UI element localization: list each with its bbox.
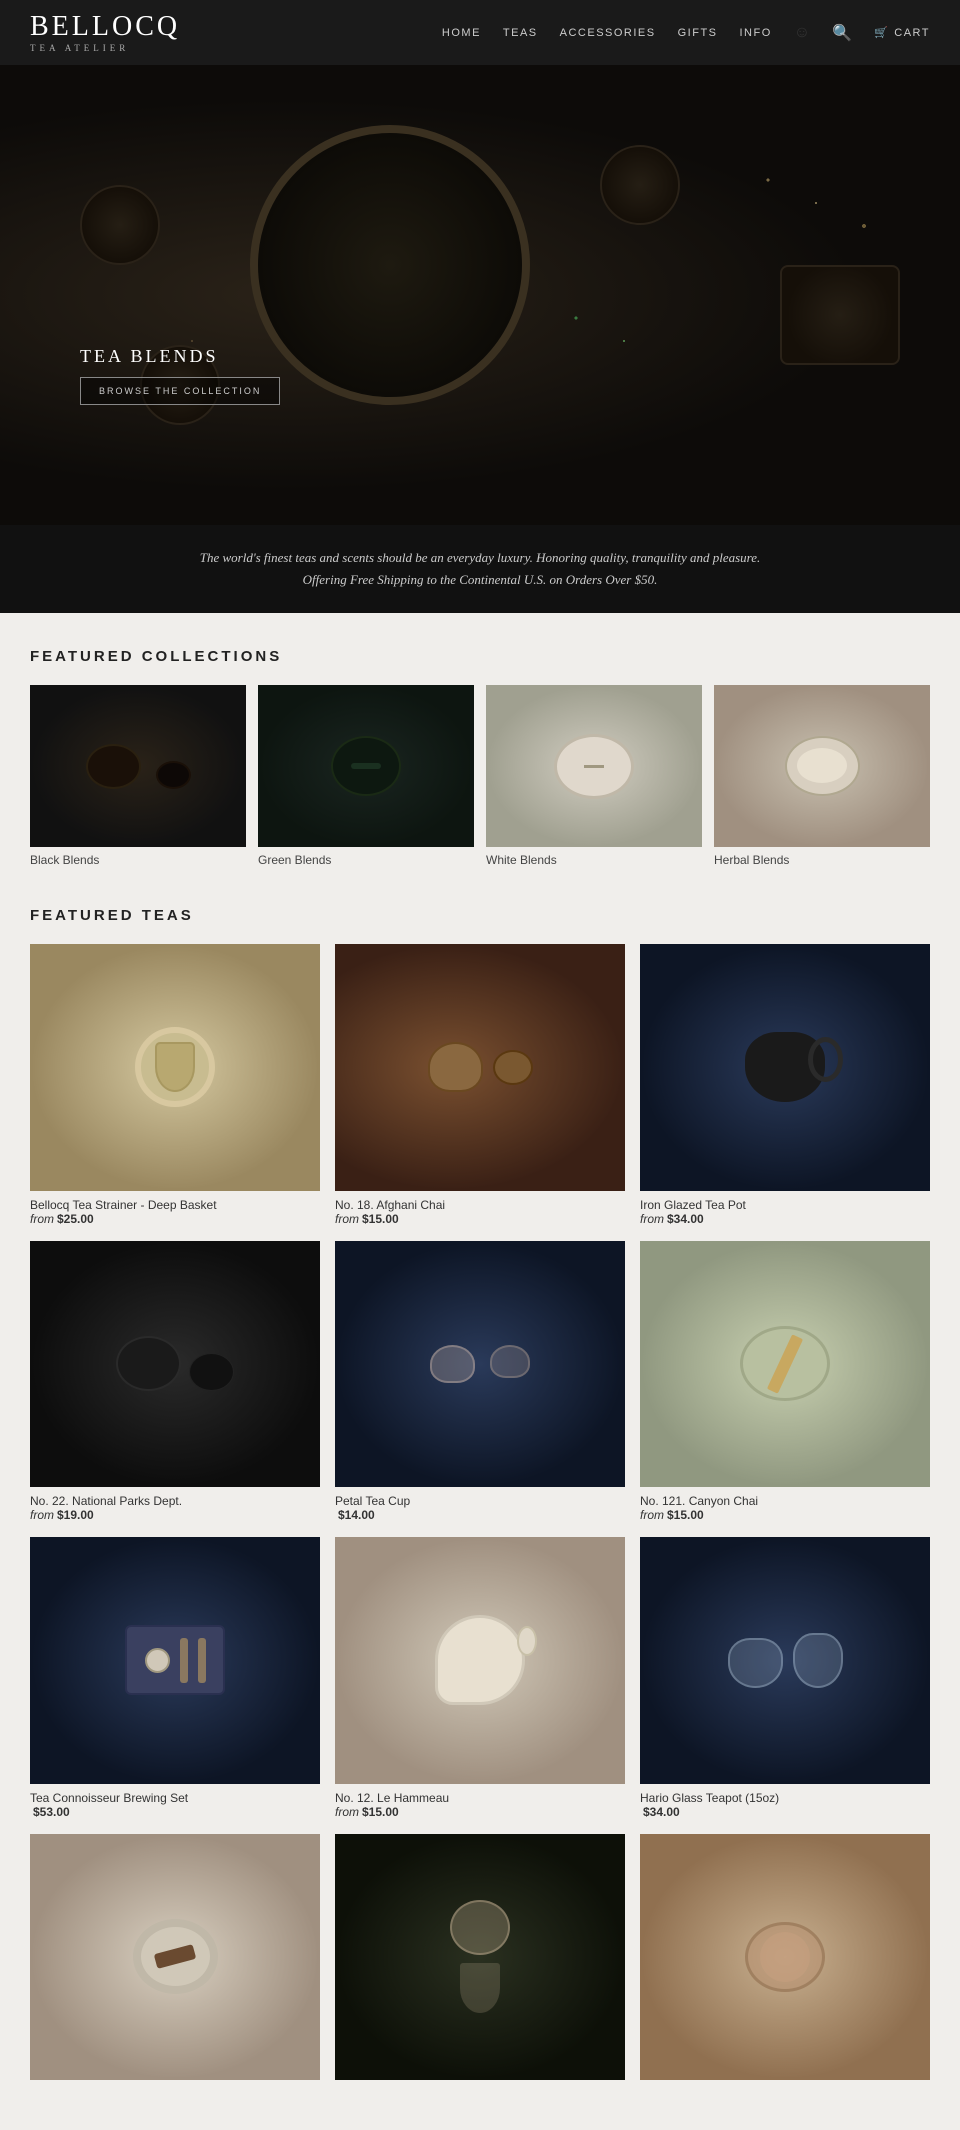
- tea-name-6: Tea Connoisseur Brewing Set: [30, 1791, 320, 1805]
- tea-card-11[interactable]: [640, 1834, 930, 2081]
- hero-text: TEA BLENDS BROWSE THE COLLECTION: [80, 346, 280, 405]
- cart-label: CART: [894, 27, 930, 39]
- tea-price-0: from$25.00: [30, 1212, 320, 1226]
- user-icon[interactable]: ☺: [794, 24, 810, 42]
- collection-label-black: Black Blends: [30, 853, 246, 867]
- teapot-shape: [745, 1032, 825, 1102]
- hero-bowl-1: [80, 185, 160, 265]
- nav-teas[interactable]: TEAS: [503, 27, 538, 39]
- tea-img-11: [640, 1834, 930, 2081]
- collections-section-title: FEATURED COLLECTIONS: [30, 648, 930, 665]
- tea-name-1: No. 18. Afghani Chai: [335, 1198, 625, 1212]
- tea-img-6: [30, 1537, 320, 1784]
- tea-card-2[interactable]: Iron Glazed Tea Pot from$34.00: [640, 944, 930, 1226]
- cart-button[interactable]: 🛒 CART: [874, 26, 930, 39]
- tea-img-2: [640, 944, 930, 1191]
- tea-img-4: [335, 1241, 625, 1488]
- tea-img-10: [335, 1834, 625, 2081]
- tea-img-3: [30, 1241, 320, 1488]
- tagline-line1: The world's finest teas and scents shoul…: [200, 550, 761, 565]
- collection-label-green: Green Blends: [258, 853, 474, 867]
- tea-card-8[interactable]: Hario Glass Teapot (15oz) $34.00: [640, 1537, 930, 1819]
- tea-name-8: Hario Glass Teapot (15oz): [640, 1791, 930, 1805]
- brand-logo[interactable]: BELLOCQ TEA ATELIER: [30, 13, 180, 53]
- hero-background: [0, 65, 960, 525]
- cart-icon: 🛒: [874, 26, 889, 39]
- tea-card-7[interactable]: No. 12. Le Hammeau from$15.00: [335, 1537, 625, 1819]
- tea-price-4: $14.00: [335, 1508, 625, 1522]
- tagline-line2: Offering Free Shipping to the Continenta…: [303, 572, 658, 587]
- tea-name-5: No. 121. Canyon Chai: [640, 1494, 930, 1508]
- nav-accessories[interactable]: ACCESSORIES: [560, 27, 656, 39]
- tea-price-3: from$19.00: [30, 1508, 320, 1522]
- tea-img-1: [335, 944, 625, 1191]
- tea-name-0: Bellocq Tea Strainer - Deep Basket: [30, 1198, 320, 1212]
- nav-info[interactable]: INFO: [740, 27, 772, 39]
- brand-name: BELLOCQ: [30, 13, 180, 41]
- main-nav: BELLOCQ TEA ATELIER HOME TEAS ACCESSORIE…: [0, 0, 960, 65]
- tea-card-9[interactable]: [30, 1834, 320, 2081]
- hero-bowl-3: [600, 145, 680, 225]
- tea-card-3[interactable]: No. 22. National Parks Dept. from$19.00: [30, 1241, 320, 1523]
- tea-price-2: from$34.00: [640, 1212, 930, 1226]
- hero-title: TEA BLENDS: [80, 346, 280, 367]
- tea-name-2: Iron Glazed Tea Pot: [640, 1198, 930, 1212]
- collection-img-green: [258, 685, 474, 847]
- hero-section: TEA BLENDS BROWSE THE COLLECTION: [0, 65, 960, 525]
- tagline-bar: The world's finest teas and scents shoul…: [0, 525, 960, 613]
- collection-img-herbal: [714, 685, 930, 847]
- collection-card-black[interactable]: Black Blends: [30, 685, 246, 867]
- tea-price-8: $34.00: [640, 1805, 930, 1819]
- tea-card-0[interactable]: Bellocq Tea Strainer - Deep Basket from$…: [30, 944, 320, 1226]
- collection-label-herbal: Herbal Blends: [714, 853, 930, 867]
- tea-card-6[interactable]: Tea Connoisseur Brewing Set $53.00: [30, 1537, 320, 1819]
- tea-card-1[interactable]: No. 18. Afghani Chai from$15.00: [335, 944, 625, 1226]
- hero-plate: [250, 125, 530, 405]
- collection-img-white: [486, 685, 702, 847]
- collection-card-herbal[interactable]: Herbal Blends: [714, 685, 930, 867]
- collection-card-white[interactable]: White Blends: [486, 685, 702, 867]
- collections-grid: Black Blends Green Blends White: [30, 685, 930, 867]
- teas-section-title: FEATURED TEAS: [30, 907, 930, 924]
- tea-card-5[interactable]: No. 121. Canyon Chai from$15.00: [640, 1241, 930, 1523]
- tea-img-5: [640, 1241, 930, 1488]
- nav-links: HOME TEAS ACCESSORIES GIFTS INFO ☺ 🔍 🛒 C…: [442, 23, 930, 43]
- hero-bowl-4: [780, 265, 900, 365]
- search-icon[interactable]: 🔍: [832, 23, 852, 43]
- collection-img-black: [30, 685, 246, 847]
- tea-price-5: from$15.00: [640, 1508, 930, 1522]
- tea-name-4: Petal Tea Cup: [335, 1494, 625, 1508]
- tea-img-9: [30, 1834, 320, 2081]
- tea-img-8: [640, 1537, 930, 1784]
- tea-price-1: from$15.00: [335, 1212, 625, 1226]
- tea-card-10[interactable]: [335, 1834, 625, 2081]
- tea-img-0: [30, 944, 320, 1191]
- main-content: FEATURED COLLECTIONS Black Blends: [0, 613, 960, 2130]
- collection-card-green[interactable]: Green Blends: [258, 685, 474, 867]
- tea-card-4[interactable]: Petal Tea Cup $14.00: [335, 1241, 625, 1523]
- nav-home[interactable]: HOME: [442, 27, 481, 39]
- hero-cta-button[interactable]: BROWSE THE COLLECTION: [80, 377, 280, 405]
- brand-sub: TEA ATELIER: [30, 43, 129, 53]
- tea-img-7: [335, 1537, 625, 1784]
- nav-gifts[interactable]: GIFTS: [678, 27, 718, 39]
- tea-name-3: No. 22. National Parks Dept.: [30, 1494, 320, 1508]
- tea-price-7: from$15.00: [335, 1805, 625, 1819]
- teas-grid: Bellocq Tea Strainer - Deep Basket from$…: [30, 944, 930, 2080]
- collection-label-white: White Blends: [486, 853, 702, 867]
- tea-price-6: $53.00: [30, 1805, 320, 1819]
- tea-name-7: No. 12. Le Hammeau: [335, 1791, 625, 1805]
